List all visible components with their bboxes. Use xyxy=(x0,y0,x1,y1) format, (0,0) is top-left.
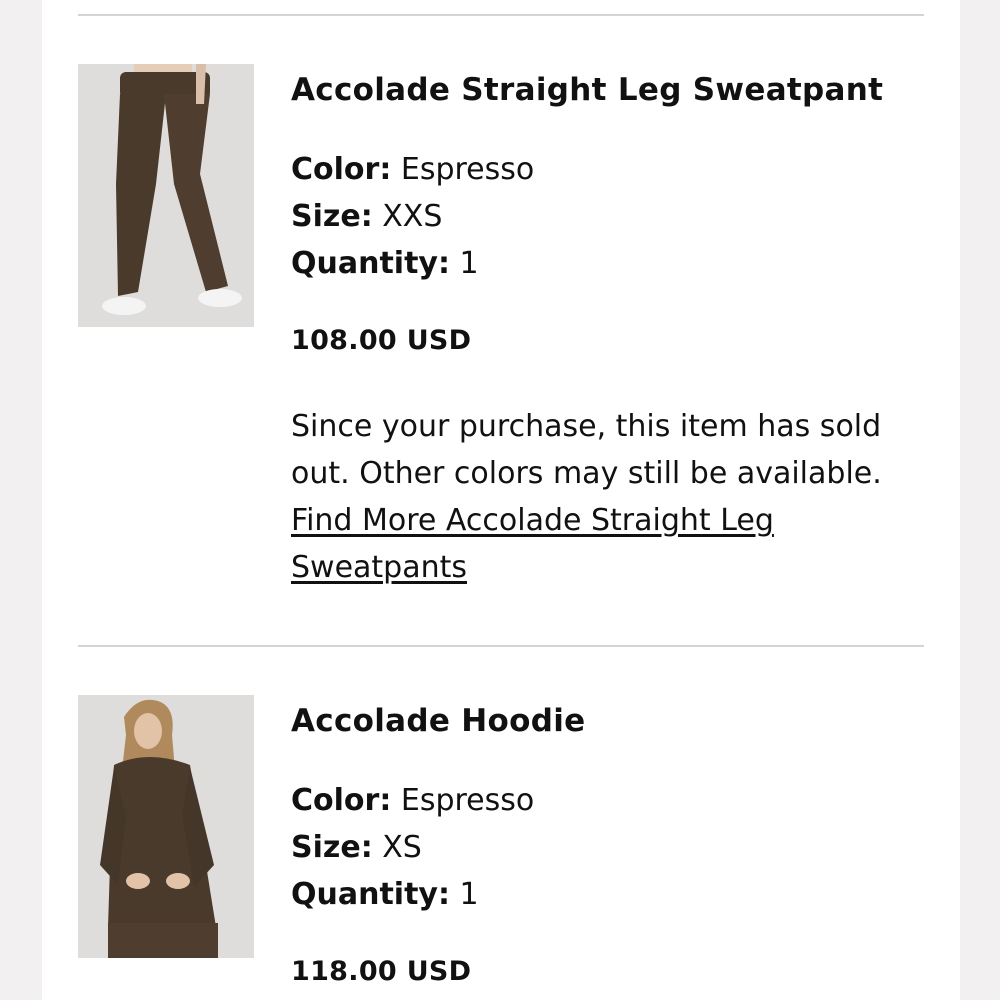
divider xyxy=(78,14,924,16)
sold-out-note: Since your purchase, this item has sold … xyxy=(291,403,931,591)
order-items-page: Accolade Straight Leg Sweatpant Color: E… xyxy=(42,0,960,1000)
color-row: Color: Espresso xyxy=(291,777,931,824)
product-title[interactable]: Accolade Straight Leg Sweatpant xyxy=(291,64,931,116)
product-title[interactable]: Accolade Hoodie xyxy=(291,695,931,747)
color-label: Color: xyxy=(291,152,392,187)
item-price: 118.00 USD xyxy=(291,956,472,987)
hoodie-photo-icon xyxy=(78,695,254,958)
product-image-hoodie[interactable] xyxy=(78,695,254,958)
size-value: XS xyxy=(382,830,422,865)
quantity-row: Quantity: 1 xyxy=(291,871,931,918)
product-attributes: Color: Espresso Size: XS Quantity: 1 xyxy=(291,777,931,918)
color-value: Espresso xyxy=(400,152,535,187)
sweatpant-photo-icon xyxy=(78,64,254,327)
size-value: XXS xyxy=(382,199,443,234)
quantity-label: Quantity: xyxy=(291,246,450,281)
size-label: Size: xyxy=(291,830,373,865)
quantity-value: 1 xyxy=(459,877,479,912)
size-label: Size: xyxy=(291,199,373,234)
size-row: Size: XS xyxy=(291,824,931,871)
item-price: 108.00 USD xyxy=(291,325,472,356)
find-more-link[interactable]: Find More Accolade Straight Leg Sweatpan… xyxy=(291,503,774,585)
item-details: Accolade Hoodie Color: Espresso Size: XS… xyxy=(291,695,931,992)
divider xyxy=(78,645,924,647)
item-details: Accolade Straight Leg Sweatpant Color: E… xyxy=(291,64,931,591)
color-value: Espresso xyxy=(400,783,535,818)
quantity-label: Quantity: xyxy=(291,877,450,912)
color-label: Color: xyxy=(291,783,392,818)
color-row: Color: Espresso xyxy=(291,146,931,193)
product-attributes: Color: Espresso Size: XXS Quantity: 1 xyxy=(291,146,931,287)
sold-out-message: Since your purchase, this item has sold … xyxy=(291,409,882,491)
quantity-value: 1 xyxy=(459,246,479,281)
product-image-sweatpant[interactable] xyxy=(78,64,254,327)
quantity-row: Quantity: 1 xyxy=(291,240,931,287)
size-row: Size: XXS xyxy=(291,193,931,240)
